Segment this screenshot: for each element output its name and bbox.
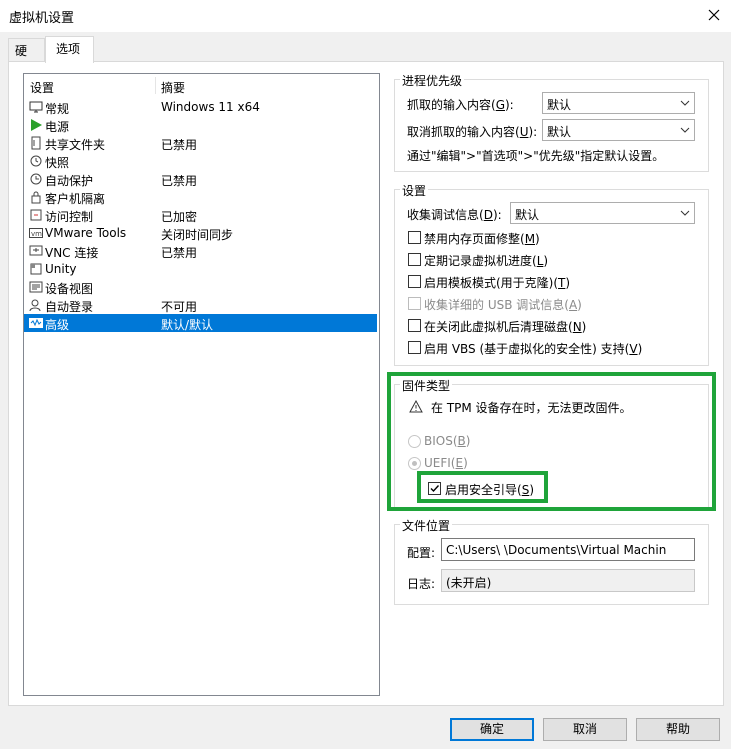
cancel-button[interactable]: 取消 <box>543 718 627 741</box>
settings-group-title: 设置 <box>400 182 429 199</box>
column-header-setting: 设置 <box>30 81 55 95</box>
file-location-group <box>394 524 709 605</box>
monitor-icon <box>29 101 43 113</box>
advanced-icon <box>29 318 43 328</box>
device-view-icon <box>29 281 43 293</box>
title-bar: 虚拟机设置 <box>0 0 731 32</box>
log-path-field: (未开启) <box>441 569 695 592</box>
close-button[interactable] <box>703 4 725 26</box>
list-item-vmware-tools[interactable]: vm VMware Tools 关闭时间同步 <box>24 224 377 242</box>
config-path-field[interactable]: C:\Users\ \Documents\Virtual Machin <box>441 538 695 561</box>
list-item-guest-isolation[interactable]: 客户机隔离 <box>24 188 377 206</box>
unity-icon <box>30 263 42 275</box>
checkbox-box[interactable] <box>408 253 421 266</box>
list-item-power[interactable]: 电源 <box>24 116 377 134</box>
settings-list[interactable]: 设置 摘要 常规 Windows 11 x64 电源 共享文件夹 已禁用 快照 … <box>23 73 380 696</box>
chevron-down-icon <box>680 210 690 216</box>
checkbox-box[interactable] <box>408 275 421 288</box>
checkbox-box[interactable] <box>408 319 421 332</box>
list-item-autologin[interactable]: 自动登录 不可用 <box>24 296 377 314</box>
grab-input-select[interactable]: 默认 <box>542 92 695 114</box>
column-header-summary: 摘要 <box>161 81 186 95</box>
autologin-icon <box>29 299 41 312</box>
ungrab-input-label: 取消抓取的输入内容(U): <box>407 125 538 139</box>
list-item-autoprotect[interactable]: 自动保护 已禁用 <box>24 170 377 188</box>
list-item-advanced[interactable]: 高级 默认/默认 <box>24 314 377 332</box>
secure-boot-highlight-outline <box>417 471 548 503</box>
list-item-unity[interactable]: Unity <box>24 260 377 278</box>
ok-button[interactable]: 确定 <box>450 718 534 741</box>
close-icon <box>708 9 720 21</box>
log-label: 日志: <box>407 577 436 591</box>
grab-input-label: 抓取的输入内容(G): <box>407 98 514 112</box>
list-item-snapshots[interactable]: 快照 <box>24 152 377 170</box>
list-item-shared-folders[interactable]: 共享文件夹 已禁用 <box>24 134 377 152</box>
file-location-title: 文件位置 <box>400 517 453 534</box>
list-item-device-view[interactable]: 设备视图 <box>24 278 377 296</box>
checkbox-box <box>408 297 421 310</box>
snapshot-icon <box>30 155 42 167</box>
checkbox-box[interactable] <box>408 231 421 244</box>
lock-icon <box>31 191 41 204</box>
svg-text:vm: vm <box>31 230 42 238</box>
play-icon <box>31 119 42 131</box>
priority-hint: 通过"编辑">"首选项">"优先级"指定默认设置。 <box>407 149 665 163</box>
config-label: 配置: <box>407 546 436 560</box>
tab-options[interactable]: 选项 <box>45 36 94 63</box>
collect-debug-select[interactable]: 默认 <box>510 202 695 224</box>
chevron-down-icon <box>680 100 690 106</box>
list-item-access-control[interactable]: 访问控制 已加密 <box>24 206 377 224</box>
vnc-icon <box>29 245 43 256</box>
checkbox-box[interactable] <box>408 341 421 354</box>
list-item-vnc[interactable]: VNC 连接 已禁用 <box>24 242 377 260</box>
list-item-general[interactable]: 常规 Windows 11 x64 <box>24 98 377 116</box>
autoprotect-icon <box>30 173 42 185</box>
ungrab-input-select[interactable]: 默认 <box>542 119 695 141</box>
window-title: 虚拟机设置 <box>9 11 75 26</box>
shared-folder-icon <box>31 136 41 150</box>
collect-debug-label: 收集调试信息(D): <box>407 208 502 222</box>
column-separator <box>155 77 156 94</box>
vm-icon: vm <box>29 228 43 238</box>
chevron-down-icon <box>680 127 690 133</box>
tab-hardware[interactable]: 硬件 <box>8 38 45 75</box>
help-button[interactable]: 帮助 <box>636 718 720 741</box>
access-control-icon <box>30 209 42 221</box>
process-priority-title: 进程优先级 <box>400 72 465 89</box>
